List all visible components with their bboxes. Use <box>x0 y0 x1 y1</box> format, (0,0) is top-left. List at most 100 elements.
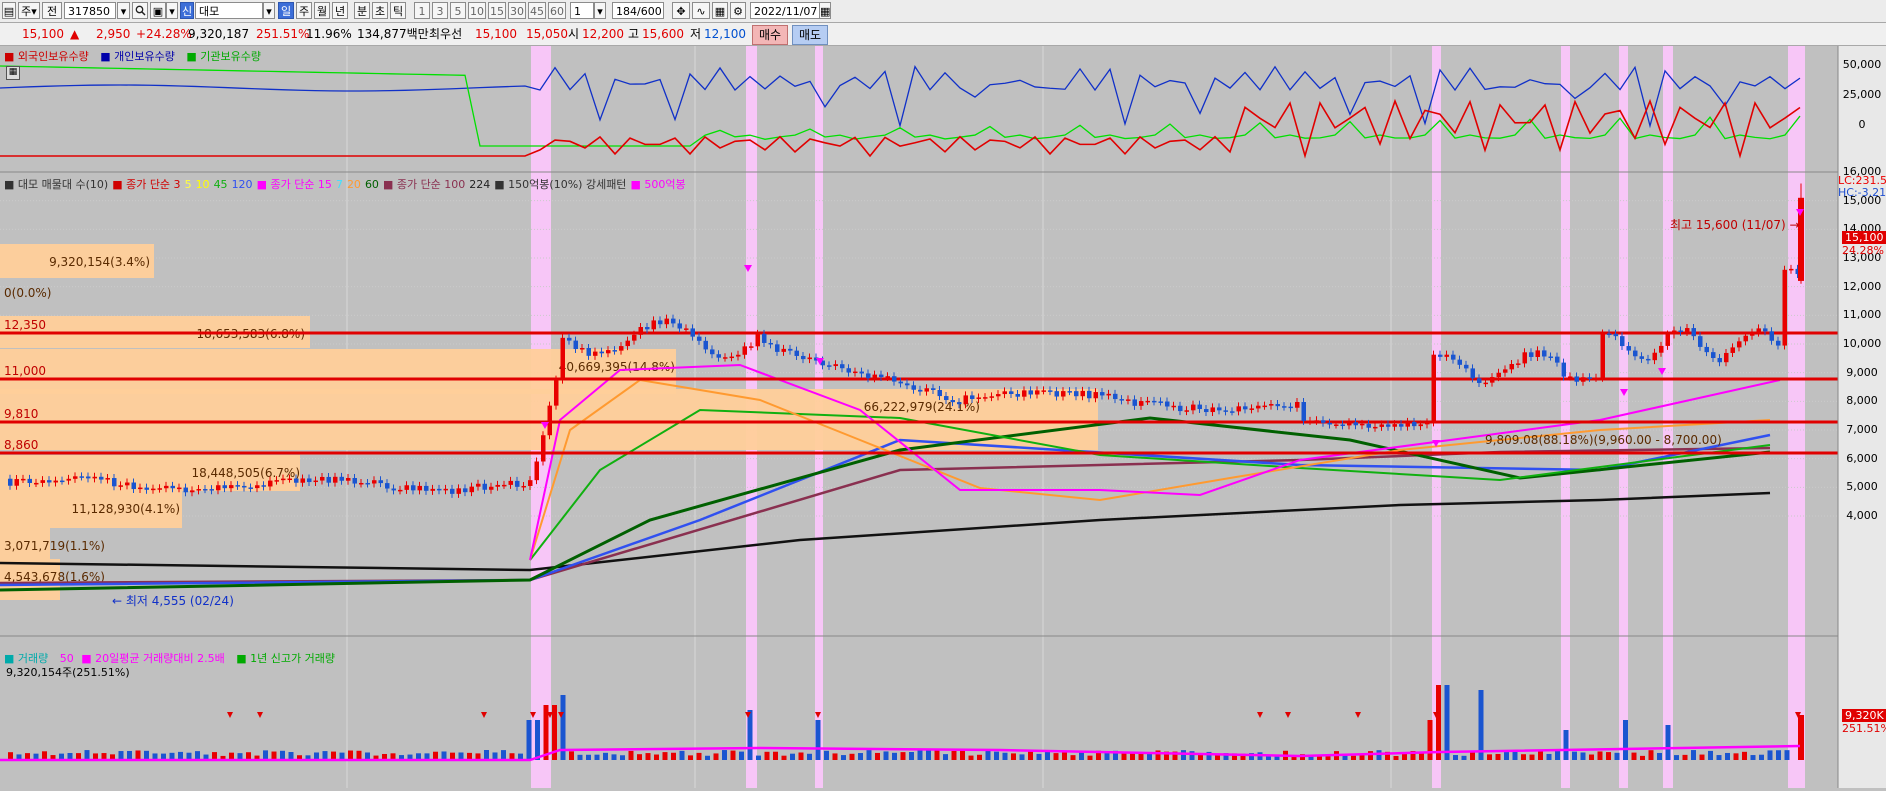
tab-month[interactable]: 월 <box>314 2 330 19</box>
candle-body <box>496 485 501 487</box>
count-input[interactable]: 184/600 <box>612 2 664 19</box>
menu-icon[interactable]: ▤ <box>2 2 16 19</box>
candle-body <box>54 481 59 483</box>
window-icon[interactable]: ▣ <box>150 2 166 19</box>
tab-day[interactable]: 일 <box>278 2 294 19</box>
table-icon[interactable]: ▦ <box>6 66 20 80</box>
volume-bar <box>1674 755 1679 760</box>
price-legend-item[interactable]: ■ 대모 매물대 수(10) <box>4 178 108 191</box>
tab-second[interactable]: 초 <box>372 2 388 19</box>
interval-45[interactable]: 45 <box>528 2 546 19</box>
prev-button[interactable]: 전 <box>42 2 62 19</box>
candle-body <box>1659 346 1664 353</box>
legend-institution[interactable]: ■ 기관보유수량 <box>186 50 265 63</box>
tool-cross-icon[interactable]: ✥ <box>672 2 690 19</box>
candle-body <box>1282 406 1287 408</box>
highlight-band <box>1788 46 1805 788</box>
price-legend-item[interactable]: 224 <box>469 178 490 191</box>
volume-bar <box>807 754 812 760</box>
volume-bar <box>595 755 600 760</box>
code-dropdown-icon[interactable]: ▾ <box>117 2 130 19</box>
save-icon[interactable]: ▦ <box>712 2 728 19</box>
price-legend-item[interactable]: 45 <box>214 178 228 191</box>
candle-body <box>1126 399 1131 401</box>
sell-button[interactable]: 매도 <box>792 25 828 45</box>
price-axis-label: 7,000 <box>1838 423 1886 436</box>
interval-10[interactable]: 10 <box>468 2 486 19</box>
period-select[interactable]: 주▾ <box>18 2 40 19</box>
legend-foreign[interactable]: ■ 외국인보유수량 <box>4 50 93 63</box>
interval-dropdown-icon[interactable]: ▾ <box>594 2 606 19</box>
volume-bar <box>1470 752 1475 760</box>
volume-bar <box>484 750 489 760</box>
volume-bar <box>1003 753 1008 760</box>
buy-button[interactable]: 매수 <box>752 25 788 45</box>
interval-3[interactable]: 3 <box>432 2 448 19</box>
price-legend-item[interactable]: 60 <box>365 178 379 191</box>
interval-15[interactable]: 15 <box>488 2 506 19</box>
candle-body <box>21 479 26 481</box>
candle-body <box>1308 421 1313 423</box>
interval-60[interactable]: 60 <box>548 2 566 19</box>
legend-newhigh[interactable]: ■ 1년 신고가 거래량 <box>236 652 339 665</box>
candle-body <box>398 490 403 492</box>
candle-body <box>268 481 273 487</box>
candle-body <box>736 355 741 357</box>
price-legend-item[interactable]: ■ 종가 단순 100 <box>383 178 465 191</box>
candle-body <box>1068 391 1073 393</box>
candle-body <box>1549 356 1554 358</box>
search-icon[interactable] <box>132 2 148 19</box>
candle-body <box>1367 424 1372 428</box>
tab-minute[interactable]: 분 <box>354 2 370 19</box>
volume-bar <box>977 755 982 760</box>
candle-body <box>236 485 241 487</box>
interval-1[interactable]: 1 <box>414 2 430 19</box>
candle-body <box>866 373 871 378</box>
candle-body <box>1204 409 1209 412</box>
date-input[interactable]: 2022/11/07 <box>750 2 820 19</box>
count-value: 184 <box>616 5 637 18</box>
tab-year[interactable]: 년 <box>332 2 348 19</box>
code-input[interactable]: 317850 <box>64 2 116 19</box>
candle-body <box>353 478 358 484</box>
window-dropdown-icon[interactable]: ▾ <box>166 2 178 19</box>
price-legend-item[interactable]: ■ 종가 단순 15 <box>257 178 332 191</box>
price-legend-item[interactable]: ■ 종가 단순 3 <box>112 178 180 191</box>
price-legend-item[interactable]: 20 <box>347 178 361 191</box>
candle-body <box>678 323 683 328</box>
price-legend-item[interactable]: 5 <box>185 178 192 191</box>
price-legend-item[interactable]: 7 <box>336 178 343 191</box>
name-dropdown-icon[interactable]: ▾ <box>263 2 275 19</box>
interval-input[interactable]: 1 <box>570 2 594 19</box>
interval-5[interactable]: 5 <box>450 2 466 19</box>
stock-chart[interactable]: 9,320,154(3.4%)0(0.0%)18,653,583(6.8%)40… <box>0 46 1886 788</box>
candle-body <box>1016 394 1021 397</box>
tab-tick[interactable]: 틱 <box>390 2 406 19</box>
candle-body <box>723 357 728 359</box>
candle-body <box>1094 392 1099 398</box>
tool-line-icon[interactable]: ∿ <box>692 2 710 19</box>
candle-body <box>1484 383 1489 385</box>
candle-body <box>73 476 78 478</box>
price-legend-item[interactable]: ■ 500억봉 <box>630 178 685 191</box>
volume-bar <box>119 751 124 760</box>
candle-body <box>1061 391 1066 396</box>
volume-bar <box>357 751 362 760</box>
settings-icon[interactable]: ⚙ <box>730 2 746 19</box>
price-legend-item[interactable]: 120 <box>232 178 253 191</box>
stock-name-input[interactable]: 대모 <box>195 2 263 19</box>
candle-body <box>1022 390 1027 396</box>
tab-week[interactable]: 주 <box>296 2 312 19</box>
resistance-label: 11,000 <box>4 364 46 378</box>
chart-area[interactable]: 9,320,154(3.4%)0(0.0%)18,653,583(6.8%)40… <box>0 46 1886 788</box>
calendar-icon[interactable]: ▦ <box>819 2 831 19</box>
volume-bar <box>850 754 855 760</box>
mode-button[interactable]: 신 <box>180 2 194 19</box>
price-legend-item[interactable]: 10 <box>196 178 210 191</box>
price-legend-item[interactable]: ■ 150억봉(10%) 강세패턴 <box>494 178 626 191</box>
volume-bar <box>1088 756 1093 760</box>
legend-individual[interactable]: ■ 개인보유수량 <box>100 50 179 63</box>
candle-body <box>320 477 325 481</box>
interval-30[interactable]: 30 <box>508 2 526 19</box>
candle-body <box>665 319 670 325</box>
